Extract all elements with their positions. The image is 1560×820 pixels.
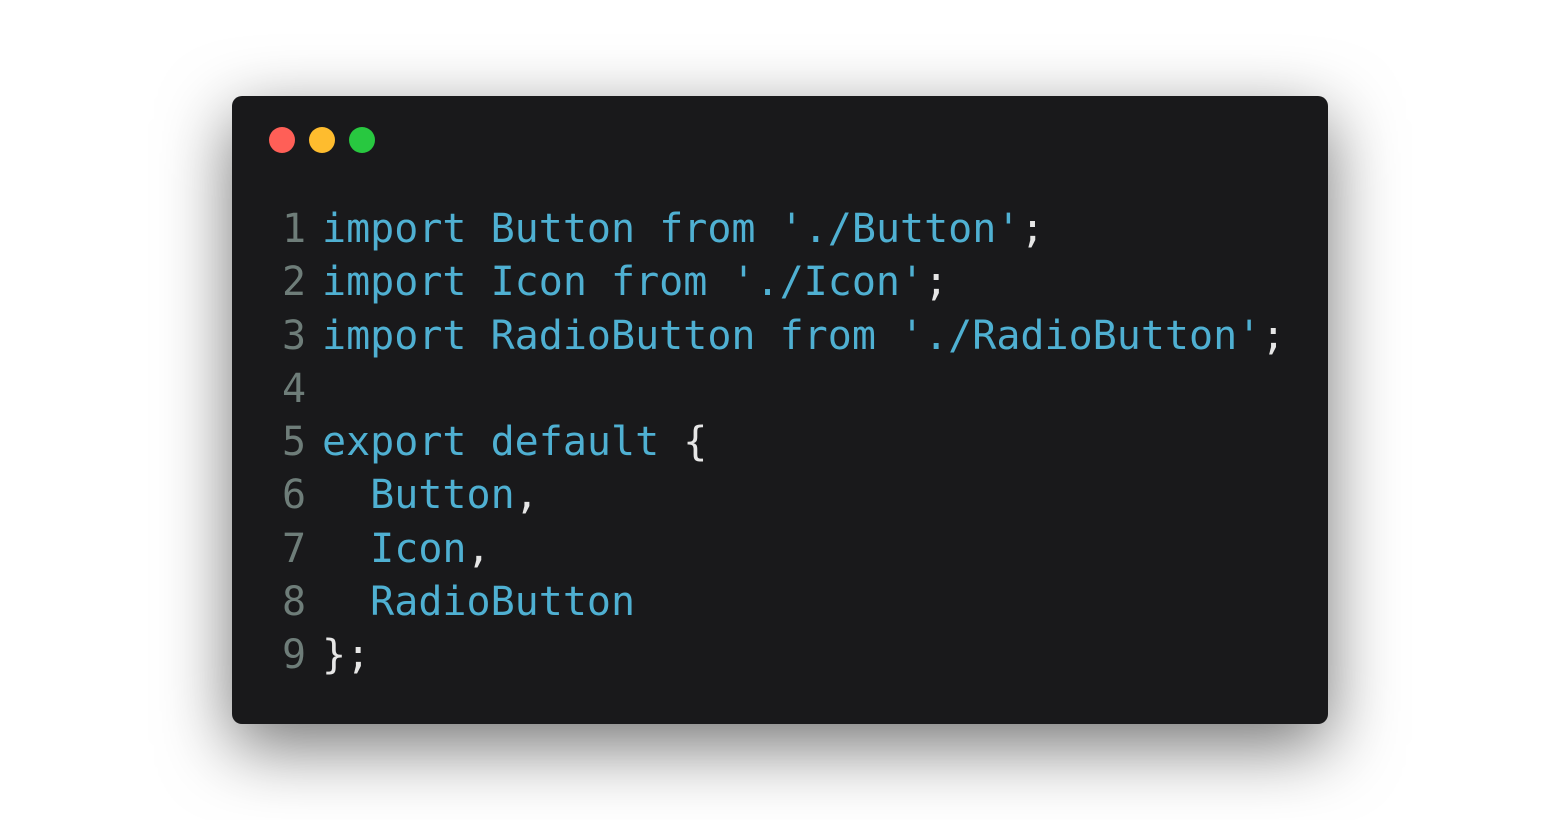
code-window: 1 import Button from './Button'; 2 import I…: [232, 96, 1328, 724]
code-token: Button: [370, 472, 515, 519]
code-token: RadioButton: [370, 579, 636, 626]
code-line: 9};: [282, 629, 1285, 682]
code-token: ,: [514, 472, 539, 519]
code-token: RadioButton: [490, 312, 756, 359]
code-token: import: [322, 312, 467, 359]
code-text: import RadioButton from './RadioButton';: [322, 310, 1285, 363]
code-token: ,: [466, 525, 491, 572]
code-line: 3 import RadioButton from './RadioButton'…: [282, 310, 1285, 363]
code-token: import: [322, 259, 467, 306]
line-number: 8: [282, 579, 307, 626]
code-text: import Button from './Button';: [322, 203, 1045, 256]
code-text: RadioButton: [322, 576, 635, 629]
line-number: 6: [282, 472, 307, 519]
code-token: ;: [1261, 312, 1286, 359]
code-line: 1 import Button from './Button';: [282, 203, 1285, 256]
line-number: 5: [282, 419, 307, 466]
code-text: Icon,: [322, 523, 491, 576]
window-controls: [269, 127, 389, 153]
code-token: './RadioButton': [900, 312, 1262, 359]
line-number: 9: [282, 632, 307, 679]
close-button[interactable]: [269, 127, 295, 153]
code-token: Icon: [490, 259, 587, 306]
line-number: 1: [282, 206, 307, 252]
code-text: Button,: [322, 469, 539, 522]
code-text: };: [322, 629, 370, 682]
line-number: 4: [282, 365, 307, 412]
code-token: from: [659, 206, 756, 252]
code-token: {: [659, 419, 708, 466]
code-token: Icon: [370, 525, 467, 572]
code-token: export: [322, 419, 467, 466]
minimize-button[interactable]: [309, 127, 335, 153]
code-line: 8 RadioButton: [282, 576, 1285, 629]
code-token: './Button': [779, 206, 1021, 252]
code-token: './Icon': [731, 259, 925, 306]
code-token: import: [322, 206, 467, 252]
code-line: 2 import Icon from './Icon';: [282, 256, 1285, 309]
code-token: };: [322, 632, 371, 679]
code-line: 4: [282, 363, 1285, 416]
code-block: 1 import Button from './Button'; 2 import I…: [282, 203, 1285, 683]
code-token: from: [611, 259, 708, 306]
code-text: export default {: [322, 416, 707, 469]
code-text: import Icon from './Icon';: [322, 256, 948, 309]
code-line: 5 export default {: [282, 416, 1285, 469]
maximize-button[interactable]: [349, 127, 375, 153]
code-token: ;: [1020, 206, 1045, 252]
line-number: 2: [282, 259, 307, 306]
code-token: Button: [490, 206, 636, 252]
line-number: 7: [282, 525, 307, 572]
code-line: 6 Button,: [282, 469, 1285, 522]
code-token: ;: [924, 259, 949, 306]
code-token: from: [779, 312, 876, 359]
line-number: 3: [282, 312, 307, 359]
code-token: default: [490, 419, 660, 466]
code-line: 7 Icon,: [282, 523, 1285, 576]
